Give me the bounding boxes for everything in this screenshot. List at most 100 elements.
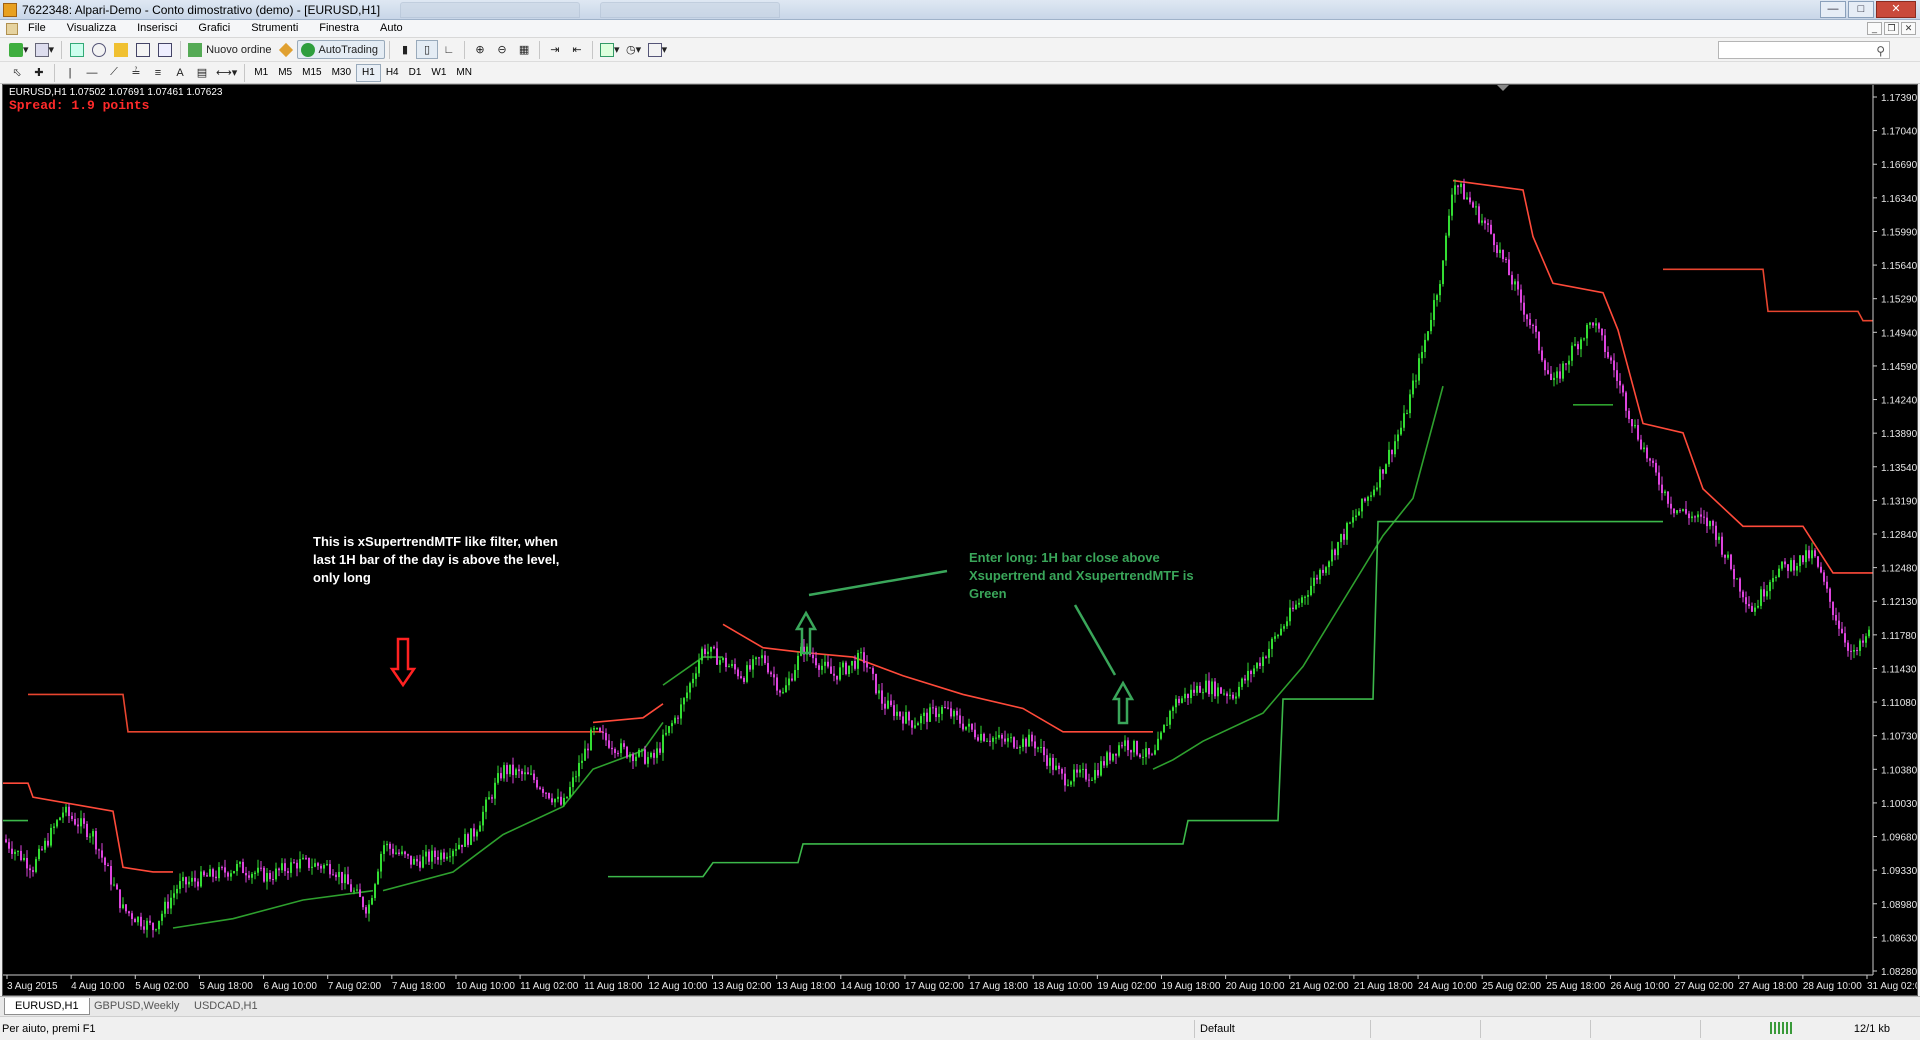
horizontal-line-icon[interactable]: — bbox=[81, 63, 103, 82]
periods-icon[interactable]: ◷▾ bbox=[623, 40, 645, 59]
candle bbox=[1559, 363, 1561, 383]
candle bbox=[293, 859, 295, 864]
candle bbox=[821, 658, 823, 675]
cursor-icon[interactable]: ⬁ bbox=[6, 63, 28, 82]
candle bbox=[1085, 763, 1087, 782]
timeframe-m1[interactable]: M1 bbox=[249, 64, 273, 82]
timeframe-h4[interactable]: H4 bbox=[381, 64, 404, 82]
candle bbox=[479, 821, 481, 832]
search-input[interactable]: ⚲ bbox=[1718, 41, 1890, 59]
candle bbox=[719, 657, 721, 673]
candle bbox=[902, 711, 904, 731]
timeframe-mn[interactable]: MN bbox=[451, 64, 477, 82]
autotrading-button[interactable]: AutoTrading bbox=[296, 40, 386, 59]
candle bbox=[1178, 695, 1180, 706]
navigator-icon[interactable] bbox=[110, 40, 132, 59]
strategy-tester-icon[interactable] bbox=[154, 40, 176, 59]
menu-insert[interactable]: Inserisci bbox=[137, 22, 188, 34]
search-icon[interactable]: ⚲ bbox=[1876, 44, 1885, 58]
menu-view[interactable]: Visualizza bbox=[67, 22, 127, 34]
mdi-close-button[interactable]: ✕ bbox=[1901, 22, 1916, 35]
candle bbox=[1367, 495, 1369, 507]
timeframe-h1[interactable]: H1 bbox=[356, 63, 381, 82]
candle bbox=[713, 645, 715, 650]
profiles-icon[interactable]: ▾ bbox=[32, 40, 58, 59]
tab-gbpusd-weekly[interactable]: GBPUSD,Weekly bbox=[84, 998, 189, 1015]
candlestick-icon[interactable]: ▯ bbox=[416, 40, 439, 59]
trendline-icon[interactable]: ⟋ bbox=[103, 63, 125, 82]
chart-shift-marker[interactable] bbox=[1497, 85, 1509, 91]
auto-scroll-icon[interactable]: ⇥ bbox=[544, 40, 566, 59]
candle bbox=[32, 866, 34, 877]
close-button[interactable]: ✕ bbox=[1876, 1, 1916, 18]
candle bbox=[575, 770, 577, 783]
menu-tools[interactable]: Strumenti bbox=[251, 22, 309, 34]
market-watch-icon[interactable] bbox=[66, 40, 88, 59]
candle bbox=[1652, 458, 1654, 468]
new-order-button[interactable]: Nuovo ordine bbox=[185, 40, 274, 59]
chart-canvas[interactable]: 1.17390 1.17040 1.16690 1.16340 1.15990 1.156… bbox=[3, 85, 1917, 995]
timeframe-w1[interactable]: W1 bbox=[426, 64, 451, 82]
candle bbox=[1052, 754, 1054, 776]
background-browser-tab[interactable] bbox=[400, 2, 580, 18]
menu-charts[interactable]: Grafici bbox=[198, 22, 241, 34]
candle bbox=[1214, 677, 1216, 699]
zoom-out-icon[interactable]: ⊖ bbox=[491, 40, 513, 59]
text-icon[interactable]: A bbox=[169, 63, 191, 82]
chart-window-icon[interactable] bbox=[6, 23, 18, 35]
candle bbox=[1130, 749, 1132, 760]
terminal-icon[interactable] bbox=[132, 40, 154, 59]
candle bbox=[1337, 541, 1339, 560]
mdi-minimize-button[interactable]: _ bbox=[1867, 22, 1882, 35]
mdi-restore-button[interactable]: ❐ bbox=[1884, 22, 1899, 35]
tile-windows-icon[interactable]: ▦ bbox=[513, 40, 535, 59]
candle bbox=[1811, 542, 1813, 565]
candle bbox=[1754, 602, 1756, 616]
candle bbox=[1466, 192, 1468, 200]
indicators-icon[interactable]: ▾ bbox=[597, 40, 623, 59]
candle bbox=[1100, 756, 1102, 777]
candle bbox=[971, 723, 973, 732]
chart-shift-icon[interactable]: ⇤ bbox=[566, 40, 588, 59]
candle bbox=[254, 870, 256, 880]
metaeditor-icon[interactable] bbox=[275, 40, 297, 59]
line-chart-icon[interactable]: ∟ bbox=[438, 40, 460, 59]
menu-window[interactable]: Finestra bbox=[319, 22, 370, 34]
tab-eurusd-h1[interactable]: EURUSD,H1 bbox=[4, 998, 90, 1015]
candle bbox=[785, 677, 787, 693]
vertical-line-icon[interactable]: | bbox=[59, 63, 81, 82]
templates-icon[interactable]: ▾ bbox=[645, 40, 671, 59]
text-label-icon[interactable]: ▤ bbox=[191, 63, 213, 82]
candle bbox=[1406, 409, 1408, 415]
maximize-button[interactable]: □ bbox=[1848, 1, 1874, 18]
menu-file[interactable]: File bbox=[28, 22, 57, 34]
crosshair-icon[interactable]: ✚ bbox=[28, 63, 50, 82]
timeframe-m30[interactable]: M30 bbox=[327, 64, 356, 82]
arrows-icon[interactable]: ⟷▾ bbox=[213, 63, 240, 82]
candle bbox=[1679, 508, 1681, 514]
equidistant-channel-icon[interactable]: ≟ bbox=[125, 63, 147, 82]
minimize-button[interactable]: — bbox=[1820, 1, 1846, 18]
background-browser-tab[interactable] bbox=[600, 2, 780, 18]
candle bbox=[446, 852, 448, 861]
candle bbox=[899, 711, 901, 720]
timeframe-d1[interactable]: D1 bbox=[404, 64, 427, 82]
zoom-in-icon[interactable]: ⊕ bbox=[469, 40, 491, 59]
bar-chart-icon[interactable]: ▮ bbox=[394, 40, 416, 59]
candle bbox=[1217, 683, 1219, 704]
tab-usdcad-h1[interactable]: USDCAD,H1 bbox=[184, 998, 268, 1015]
candle bbox=[1118, 742, 1120, 758]
candle bbox=[1607, 346, 1609, 360]
price-chart[interactable]: 1.17390 1.17040 1.16690 1.16340 1.15990 1.156… bbox=[2, 84, 1918, 996]
new-chart-icon[interactable]: ▾ bbox=[6, 40, 32, 59]
candle bbox=[434, 847, 436, 864]
fibonacci-icon[interactable]: ≡ bbox=[147, 63, 169, 82]
candle bbox=[1457, 184, 1459, 195]
menu-auto[interactable]: Auto bbox=[380, 22, 414, 34]
candle bbox=[416, 855, 418, 867]
timeframe-m5[interactable]: M5 bbox=[273, 64, 297, 82]
data-window-icon[interactable] bbox=[88, 40, 110, 59]
candle bbox=[1505, 257, 1507, 263]
candle bbox=[377, 868, 379, 885]
timeframe-m15[interactable]: M15 bbox=[297, 64, 326, 82]
